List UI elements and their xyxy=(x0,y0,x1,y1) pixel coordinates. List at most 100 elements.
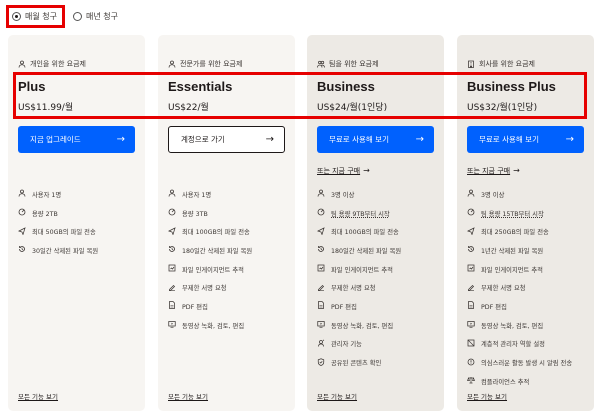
yearly-radio[interactable] xyxy=(72,12,82,21)
plan-audience: 팀을 위한 요금제 xyxy=(317,59,379,69)
see-all-features-link[interactable]: 모든 기능 보기 xyxy=(168,391,208,401)
feature-text: 동영상 녹화, 검토, 편집 xyxy=(182,322,245,330)
feature-item: 파일 인게이지먼트 추적 xyxy=(168,260,292,279)
plan-card-4: 회사를 위한 요금제 Business Plus US$32/월(1인당) 무료로 사… xyxy=(457,35,594,411)
feature-item: 무제한 서명 요청 xyxy=(467,278,591,297)
plan-price: US$24/월(1인당) xyxy=(317,103,388,113)
feature-item: 사용자 1명 xyxy=(168,185,292,204)
feature-item: 최대 100GB의 파일 전송 xyxy=(168,222,292,241)
feature-item: PDF 편집 xyxy=(317,297,441,316)
feature-list: 3명 이상 팀 용량 9TB부터 시작 최대 100GB의 파일 전송 180일간 삭… xyxy=(317,185,441,372)
feature-text: 최대 250GB의 파일 전송 xyxy=(481,229,549,237)
plan-price: US$11.99/월 xyxy=(18,103,74,113)
feature-item: PDF 편집 xyxy=(467,297,591,316)
feature-text: 파일 인게이지먼트 추적 xyxy=(331,266,393,274)
review-icon xyxy=(168,320,182,330)
feature-item: 180일간 삭제된 파일 복원 xyxy=(317,241,441,260)
feature-text: 사용자 1명 xyxy=(32,191,62,199)
billing-toggle: 매월 청구 매년 청구 xyxy=(6,5,118,28)
feature-list: 3명 이상 팀 용량 15TB부터 시작 최대 250GB의 파일 전송 1년간 삭제… xyxy=(467,185,591,391)
feature-text: 파일 인게이지먼트 추적 xyxy=(182,266,244,274)
signature-icon xyxy=(168,283,182,293)
transfer-icon xyxy=(18,226,32,237)
engagement-icon xyxy=(168,264,182,274)
arrow-right-icon: → xyxy=(565,133,574,145)
monthly-label: 매월 청구 xyxy=(25,12,57,21)
buy-now-label: 또는 지금 구매 xyxy=(467,167,511,175)
feature-text: 계층적 관리자 역할 설정 xyxy=(481,341,545,349)
plan-name: Business Plus xyxy=(467,79,556,94)
signature-icon xyxy=(467,283,481,293)
plan-card-1: 개인을 위한 요금제 Plus US$11.99/월 지금 업그레이드 → 사용자 1명 용… xyxy=(8,35,145,411)
feature-text: 파일 인게이지먼트 추적 xyxy=(481,266,543,274)
plan-audience-label: 개인을 위한 요금제 xyxy=(30,60,86,68)
arrow-right-icon: → xyxy=(116,133,125,145)
team-icon xyxy=(317,60,325,68)
person-icon xyxy=(18,60,26,68)
feature-text[interactable]: 팀 용량 15TB부터 시작 xyxy=(481,209,544,218)
plan-cta-button[interactable]: 무료로 사용해 보기 → xyxy=(467,126,584,153)
feature-item: 파일 인게이지먼트 추적 xyxy=(467,260,591,279)
billing-yearly-option[interactable]: 매년 청구 xyxy=(72,11,118,22)
plan-audience-label: 회사를 위한 요금제 xyxy=(479,60,535,68)
feature-text: 동영상 녹화, 검토, 편집 xyxy=(481,322,544,330)
plan-name: Business xyxy=(317,79,375,94)
feature-text: 최대 50GB의 파일 전송 xyxy=(32,229,96,237)
plan-audience: 개인을 위한 요금제 xyxy=(18,59,86,69)
plan-cta-button[interactable]: 지금 업그레이드 → xyxy=(18,126,135,153)
feature-text: 용량 3TB xyxy=(182,210,208,218)
restore-icon xyxy=(168,245,182,255)
selected-option-highlight: 매월 청구 xyxy=(6,5,65,28)
buy-now-link[interactable]: 또는 지금 구매 → xyxy=(467,166,520,176)
feature-item: 컴플라이언스 추적 xyxy=(467,372,591,391)
plan-cta-label: 계정으로 가기 xyxy=(181,135,225,144)
compliance-icon xyxy=(467,376,481,386)
feature-list: 사용자 1명 용량 3TB 최대 100GB의 파일 전송 180일간 삭제된 파일 … xyxy=(168,185,292,335)
buy-now-label: 또는 지금 구매 xyxy=(317,167,361,175)
feature-text: 컴플라이언스 추적 xyxy=(481,378,530,386)
feature-text: 30일간 삭제된 파일 복원 xyxy=(32,247,99,255)
feature-list: 사용자 1명 용량 2TB 최대 50GB의 파일 전송 30일간 삭제된 파일 복원 xyxy=(18,185,142,260)
plan-cta-label: 지금 업그레이드 xyxy=(30,135,81,144)
feature-item: PDF 편집 xyxy=(168,297,292,316)
person-icon xyxy=(467,189,481,199)
arrow-right-icon: → xyxy=(415,133,424,145)
plan-price: US$32/월(1인당) xyxy=(467,103,538,113)
storage-icon xyxy=(18,208,32,218)
person-icon xyxy=(168,189,182,199)
feature-item: 의심스러운 활동 발생 시 알림 전송 xyxy=(467,353,591,372)
feature-text: 의심스러운 활동 발생 시 알림 전송 xyxy=(481,360,573,368)
plan-name: Plus xyxy=(18,79,46,94)
buy-now-link[interactable]: 또는 지금 구매 → xyxy=(317,166,370,176)
feature-text: PDF 편집 xyxy=(182,303,208,311)
feature-text: 무제한 서명 요청 xyxy=(331,285,376,293)
feature-text[interactable]: 팀 용량 9TB부터 시작 xyxy=(331,209,390,218)
plan-price: US$22/월 xyxy=(168,103,209,113)
pdf-icon xyxy=(317,301,331,311)
see-all-features-link[interactable]: 모든 기능 보기 xyxy=(467,391,507,401)
feature-item: 계층적 관리자 역할 설정 xyxy=(467,335,591,354)
feature-text: 최대 100GB의 파일 전송 xyxy=(182,229,250,237)
monthly-radio[interactable] xyxy=(12,12,21,21)
feature-item: 최대 100GB의 파일 전송 xyxy=(317,222,441,241)
see-all-features-link[interactable]: 모든 기능 보기 xyxy=(317,391,357,401)
plan-cta-button[interactable]: 무료로 사용해 보기 → xyxy=(317,126,434,153)
billing-monthly-option[interactable]: 매월 청구 xyxy=(12,11,57,22)
feature-text: PDF 편집 xyxy=(331,303,357,311)
person-icon xyxy=(18,189,32,199)
feature-item: 팀 용량 15TB부터 시작 xyxy=(467,204,591,223)
feature-item: 동영상 녹화, 검토, 편집 xyxy=(467,316,591,335)
arrow-right-icon: → xyxy=(265,133,274,145)
arrow-right-icon: → xyxy=(363,166,370,175)
see-all-features-link[interactable]: 모든 기능 보기 xyxy=(18,391,58,401)
feature-item: 용량 3TB xyxy=(168,204,292,223)
restore-icon xyxy=(18,245,32,255)
plan-card-3: 팀을 위한 요금제 Business US$24/월(1인당) 무료로 사용해 보기 →… xyxy=(307,35,444,411)
feature-item: 관리자 기능 xyxy=(317,335,441,354)
feature-item: 최대 50GB의 파일 전송 xyxy=(18,222,142,241)
feature-item: 동영상 녹화, 검토, 편집 xyxy=(317,316,441,335)
engagement-icon xyxy=(467,264,481,274)
plan-cta-button[interactable]: 계정으로 가기 → xyxy=(168,126,285,153)
feature-text: 3명 이상 xyxy=(481,191,505,199)
plan-cta-label: 무료로 사용해 보기 xyxy=(329,135,389,144)
